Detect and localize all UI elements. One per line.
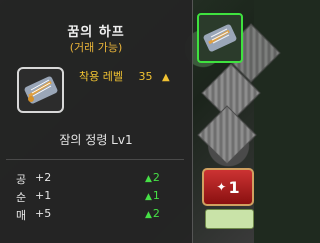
harp-icon <box>24 76 57 104</box>
stat-value: +1 <box>35 189 52 202</box>
requirement-value: 35 <box>138 70 153 83</box>
item-icon-frame <box>17 67 64 113</box>
item-counter-button[interactable]: ✦ 1 <box>202 168 254 206</box>
stat-change: ▲2 <box>145 207 160 220</box>
selected-inventory-slot[interactable] <box>197 13 243 63</box>
stat-name: 매 <box>16 209 27 222</box>
counter-value: 1 <box>228 177 240 197</box>
up-triangle-icon: ▲ <box>145 174 152 184</box>
divider <box>6 159 184 160</box>
stat-value: +2 <box>35 171 52 184</box>
up-triangle-icon: ▲ <box>161 72 170 83</box>
item-tooltip: 꿈의 하프 (거래 가능) 착용 레벨 35 ▲ 잠의 정령 Lv1 공 +2 … <box>0 0 193 243</box>
item-skill: 잠의 정령 Lv1 <box>59 133 133 147</box>
stat-row: 공 +2 ▲2 <box>10 171 170 189</box>
up-triangle-icon: ▲ <box>145 210 152 220</box>
stat-row: 순 +1 ▲1 <box>10 189 170 207</box>
stat-change-value: 2 <box>152 171 160 184</box>
stat-row: 매 +5 ▲2 <box>10 207 170 225</box>
stat-change-value: 1 <box>152 189 160 202</box>
stat-change: ▲2 <box>145 171 160 184</box>
stat-name: 순 <box>16 191 27 204</box>
trade-status: (거래 가능) <box>69 41 123 54</box>
harp-icon <box>203 24 237 52</box>
stat-list: 공 +2 ▲2 순 +1 ▲1 매 +5 ▲2 <box>10 171 170 225</box>
item-name: 꿈의 하프 <box>67 25 125 40</box>
stat-change-value: 2 <box>152 207 160 220</box>
up-triangle-icon: ▲ <box>145 192 152 202</box>
stat-value: +5 <box>35 207 52 220</box>
stat-change: ▲1 <box>145 189 160 202</box>
level-requirement: 착용 레벨 35 ▲ <box>79 68 170 84</box>
stat-name: 공 <box>16 173 27 186</box>
side-label-button[interactable] <box>205 209 254 229</box>
requirement-label: 착용 레벨 <box>79 70 123 83</box>
counter-icon: ✦ <box>216 180 227 194</box>
